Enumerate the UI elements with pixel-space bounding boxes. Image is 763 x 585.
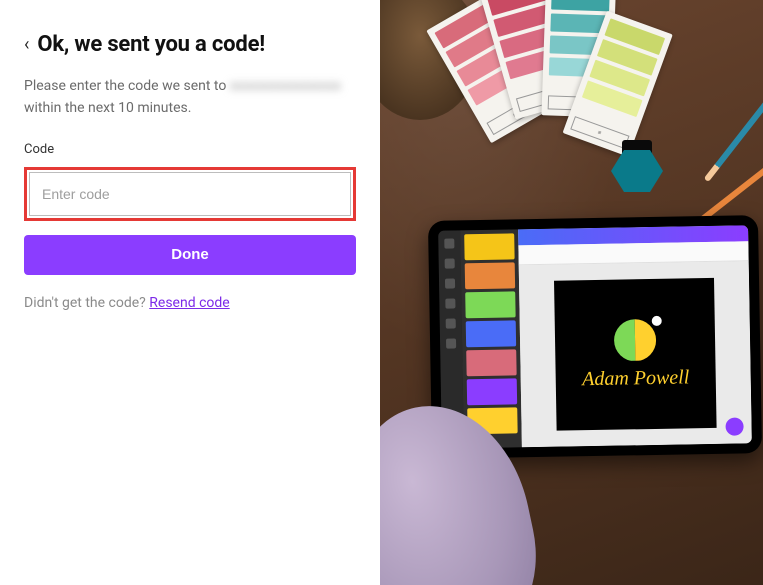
resend-row: Didn't get the code? Resend code [24,295,356,311]
resend-code-link[interactable]: Resend code [149,295,229,311]
canvas-brand-text: Adam Powell [582,366,690,391]
tablet-main: Adam Powell [518,225,752,447]
back-icon[interactable]: ‹ [24,36,31,54]
code-input[interactable] [29,172,351,216]
fab-icon [725,417,743,435]
instruction-text: Please enter the code we sent to xxxxxxx… [24,75,356,120]
code-field-label: Code [24,142,356,157]
done-button[interactable]: Done [24,235,356,275]
tablet-thumbnails [460,229,522,448]
tablet-canvas: Adam Powell [519,261,752,447]
canvas-artwork: Adam Powell [554,278,717,431]
tablet-device: Adam Powell [428,215,762,459]
hero-image: ≡ ≡ ≡ ≡ [380,0,763,585]
instruction-suffix: within the next 10 minutes. [24,100,191,116]
logo-mark-icon [614,318,657,361]
instruction-prefix: Please enter the code we sent to [24,78,230,94]
code-input-highlight [24,167,356,221]
page-title: Ok, we sent you a code! [37,32,265,57]
redacted-recipient: xxxxxxxxxxxxxxxx [230,78,341,94]
header-row: ‹ Ok, we sent you a code! [24,32,356,57]
verification-panel: ‹ Ok, we sent you a code! Please enter t… [0,0,380,585]
tablet-screen: Adam Powell [438,225,752,448]
ink-bottle [611,140,663,192]
resend-prompt: Didn't get the code? [24,295,149,311]
